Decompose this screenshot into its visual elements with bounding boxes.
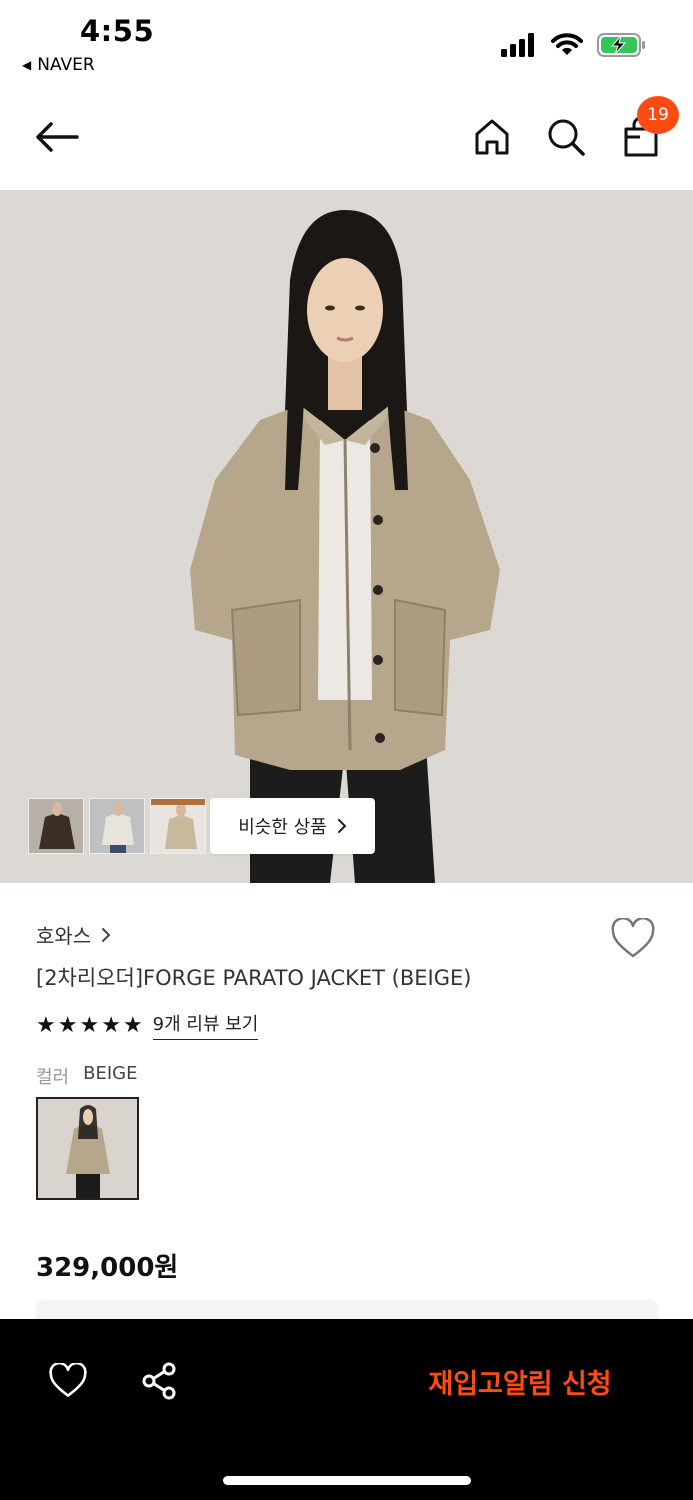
similar-products-button[interactable]: 비슷한 상품: [210, 798, 375, 854]
color-label: 컬러: [36, 1067, 70, 1088]
color-value: BEIGE: [83, 1063, 138, 1084]
product-main-image[interactable]: [0, 190, 693, 883]
share-button[interactable]: [137, 1359, 181, 1403]
thumbnail-beige-jacket-image: [151, 799, 205, 853]
thumbnail-1[interactable]: [28, 798, 84, 854]
back-app-label: NAVER: [37, 55, 95, 75]
thumbnail-3[interactable]: [150, 798, 206, 854]
brand-link[interactable]: 호와스: [36, 920, 111, 949]
status-time: 4:55: [80, 14, 155, 48]
bottom-wishlist-button[interactable]: [45, 1359, 91, 1403]
color-swatch-image: [38, 1099, 137, 1198]
bottom-action-bar: 재입고알림 신청: [0, 1319, 693, 1500]
search-button[interactable]: [544, 115, 588, 159]
home-indicator[interactable]: [223, 1476, 471, 1485]
thumbnail-2[interactable]: [89, 798, 145, 854]
product-price: 329,000원: [36, 1253, 179, 1283]
battery-charging-icon: [597, 33, 645, 57]
product-name: [2차리오더]FORGE PARATO JACKET (BEIGE): [36, 966, 472, 990]
search-icon: [548, 119, 585, 156]
cart-count-badge: 19: [637, 96, 679, 134]
model-wearing-jacket-image: [0, 190, 693, 883]
heart-outline-icon: [49, 1363, 87, 1397]
star-icon: ★: [57, 1012, 78, 1038]
share-icon: [142, 1362, 176, 1400]
star-icon: ★: [79, 1012, 100, 1038]
color-row: 컬러 BEIGE: [36, 1063, 137, 1089]
similar-products-label: 비슷한 상품: [238, 817, 327, 838]
back-to-app-link[interactable]: ◀ NAVER: [22, 55, 95, 75]
thumbnail-strip: [28, 798, 206, 854]
wishlist-heart-button[interactable]: [610, 917, 656, 962]
arrow-left-icon: [36, 122, 79, 152]
star-icon: ★: [122, 1012, 143, 1038]
rating-row: ★ ★ ★ ★ ★ 9개 리뷰 보기: [36, 1010, 259, 1040]
color-option-beige[interactable]: [36, 1097, 139, 1200]
wifi-icon: [551, 33, 583, 55]
restock-alert-button[interactable]: 재입고알림 신청: [410, 1357, 630, 1405]
cellular-signal-icon: [501, 33, 534, 57]
heart-outline-icon: [611, 917, 655, 958]
status-icons: [501, 32, 647, 58]
thumbnail-white-jacket-image: [90, 799, 144, 853]
chevron-right-icon: [337, 819, 347, 833]
thumbnail-brown-jacket-image: [29, 799, 83, 853]
view-reviews-link[interactable]: 9개 리뷰 보기: [152, 1010, 259, 1040]
status-bar: 4:55 ◀ NAVER: [0, 0, 693, 90]
top-nav-bar: [0, 95, 693, 190]
home-button[interactable]: [470, 115, 514, 159]
star-icon: ★: [36, 1012, 56, 1038]
brand-name: 호와스: [36, 924, 92, 948]
chevron-right-icon: [102, 927, 111, 942]
home-icon: [475, 119, 509, 155]
back-triangle-icon: ◀: [22, 58, 32, 72]
star-rating: ★ ★ ★ ★ ★: [36, 1013, 143, 1038]
star-icon: ★: [101, 1012, 121, 1038]
back-button[interactable]: [32, 115, 82, 159]
